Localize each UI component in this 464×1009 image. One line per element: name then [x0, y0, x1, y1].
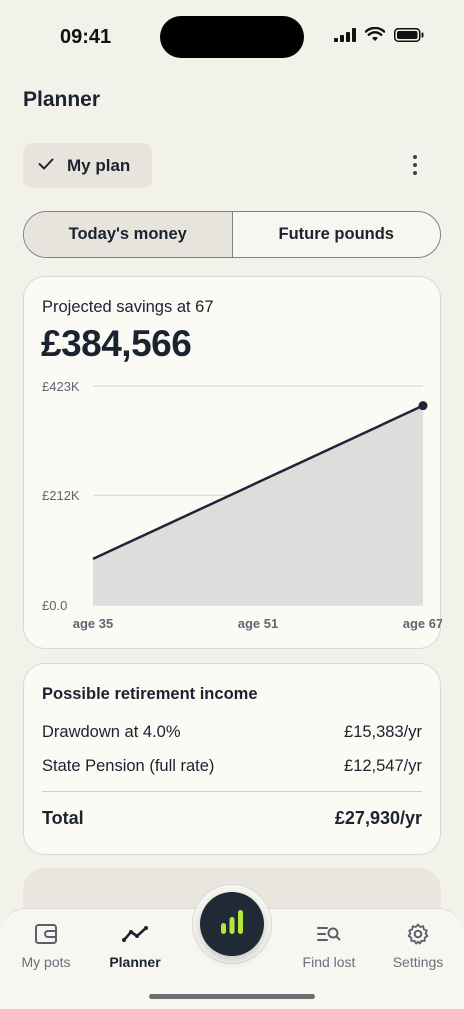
kebab-menu-icon[interactable]: [403, 150, 427, 180]
wifi-icon: [364, 26, 386, 47]
status-time: 09:41: [60, 26, 112, 48]
toggle-future-pounds[interactable]: Future pounds: [233, 212, 441, 257]
tab-label: Settings: [392, 954, 444, 970]
income-card: Possible retirement income Drawdown at 4…: [23, 663, 441, 855]
x-tick-label: age 67: [403, 616, 442, 631]
total-label: Total: [42, 808, 84, 828]
dynamic-island: [160, 16, 304, 58]
income-row-label: State Pension (full rate): [42, 757, 215, 775]
income-row-value: £15,383/yr: [344, 723, 422, 741]
check-icon: [38, 157, 54, 175]
toggle-todays-money[interactable]: Today's money: [24, 212, 233, 257]
y-tick-label: £0.0: [42, 598, 67, 613]
plan-selector-chip[interactable]: My plan: [23, 143, 152, 188]
page-title: Planner: [23, 88, 101, 111]
income-row-label: Drawdown at 4.0%: [42, 723, 181, 741]
y-tick-label: £423K: [42, 379, 80, 394]
projection-card: Projected savings at 67 £384,566 £423K £2…: [23, 276, 442, 649]
tab-my-pots[interactable]: My pots: [0, 909, 92, 979]
home-indicator: [149, 994, 315, 999]
tab-settings[interactable]: Settings: [372, 909, 464, 979]
cellular-signal-icon: [334, 27, 356, 47]
gear-icon: [407, 922, 429, 946]
total-value: £27,930/yr: [334, 808, 422, 828]
tab-label: My pots: [21, 954, 71, 970]
tab-label: Planner: [109, 954, 161, 970]
bar-chart-icon: [220, 909, 244, 940]
end-point: [418, 401, 428, 411]
battery-icon: [394, 27, 424, 47]
search-list-icon: [317, 922, 341, 946]
wallet-icon: [35, 922, 57, 946]
money-view-toggle: Today's money Future pounds: [23, 211, 441, 258]
income-row-total: Total £27,930/yr: [42, 808, 422, 829]
center-action-button[interactable]: [200, 892, 264, 956]
income-title: Possible retirement income: [42, 685, 258, 703]
income-row-value: £12,547/yr: [344, 757, 422, 775]
income-row-drawdown: Drawdown at 4.0% £15,383/yr: [42, 723, 422, 742]
tab-label: Find lost: [302, 954, 356, 970]
area-fill: [93, 405, 423, 605]
divider: [42, 791, 422, 792]
trend-line-icon: [122, 922, 148, 946]
savings-chart: £423K £212K £0.0 age 35 age 51 age 67: [42, 379, 442, 631]
y-tick-label: £212K: [42, 488, 80, 503]
tab-find-lost[interactable]: Find lost: [283, 909, 375, 979]
status-icons: [334, 26, 424, 47]
status-bar: 09:41: [0, 0, 464, 76]
x-tick-label: age 35: [73, 616, 113, 631]
x-tick-label: age 51: [238, 616, 278, 631]
tab-planner[interactable]: Planner: [89, 909, 181, 979]
plan-chip-label: My plan: [67, 155, 131, 175]
income-row-state-pension: State Pension (full rate) £12,547/yr: [42, 757, 422, 776]
